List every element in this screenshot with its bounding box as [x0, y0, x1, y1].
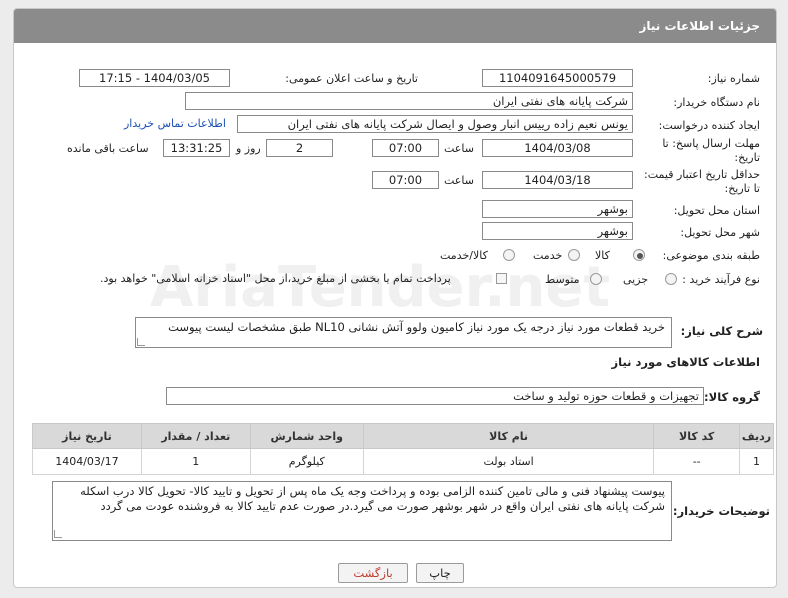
col-item-name: نام کالا [362, 423, 655, 449]
back-button[interactable]: بازگشت [338, 563, 408, 583]
resize-handle-icon[interactable] [54, 530, 62, 538]
city-label: شهر محل تحویل: [680, 226, 760, 239]
category-goods-label: کالا [595, 249, 610, 262]
deadline-remaining-field: 13:31:25 [163, 139, 230, 157]
city-field: بوشهر [482, 222, 633, 240]
deadline-remaining-label: ساعت باقی مانده [67, 142, 149, 155]
goods-table: ردیف کد کالا نام کالا واحد شمارش تعداد /… [32, 423, 775, 475]
purchase-medium-label: متوسط [545, 273, 580, 286]
purchase-minor-radio[interactable] [665, 273, 677, 285]
requester-field: یونس نعیم زاده رییس انبار وصول و ایصال ش… [237, 115, 633, 133]
deadline-label-line1: مهلت ارسال پاسخ: تا [662, 137, 760, 150]
goods-group-field: تجهیزات و قطعات حوزه تولید و ساخت [166, 387, 704, 405]
buyer-notes-textarea: پیوست پیشنهاد فنی و مالی تامین کننده الز… [52, 481, 672, 541]
price-validity-label-line1: حداقل تاریخ اعتبار قیمت: [644, 168, 760, 181]
buyer-org-label: نام دستگاه خریدار: [673, 96, 760, 109]
buyer-contact-link[interactable]: اطلاعات تماس خریدار [124, 117, 226, 130]
cell-item-code: -- [653, 448, 740, 475]
requester-label: ایجاد کننده درخواست: [658, 119, 760, 132]
category-goods-radio[interactable] [633, 249, 645, 261]
table-row: 1 -- استاد بولت کیلوگرم 1 1404/03/17 [32, 448, 775, 475]
purchase-minor-label: جزیی [623, 273, 649, 286]
announce-field: 1404/03/05 - 17:15 [79, 69, 230, 87]
category-goods-service-label: کالا/خدمت [440, 249, 488, 262]
price-validity-label-line2: تا تاریخ: [724, 182, 760, 195]
province-label: استان محل تحویل: [673, 204, 760, 217]
col-quantity: تعداد / مقدار [140, 423, 251, 449]
need-number-field: 1104091645000579 [482, 69, 633, 87]
panel-title: جزئیات اطلاعات نیاز [639, 19, 760, 33]
description-label: شرح کلی نیاز: [680, 324, 763, 338]
price-validity-date-field: 1404/03/18 [482, 171, 633, 189]
announce-label: تاریخ و ساعت اعلان عمومی: [285, 72, 418, 85]
print-button[interactable]: چاپ [416, 563, 464, 583]
category-service-label: خدمت [533, 249, 563, 262]
deadline-days-label: روز و [236, 142, 261, 155]
deadline-time-field: 07:00 [372, 139, 439, 157]
treasury-payment-note: پرداخت تمام یا بخشی از مبلغ خرید،از محل … [100, 272, 451, 285]
cell-unit: کیلوگرم [249, 448, 364, 475]
resize-handle-icon[interactable] [137, 338, 145, 346]
buyer-notes-label: توضیحات خریدار: [672, 504, 770, 518]
description-textarea: خرید قطعات مورد نیاز درجه یک مورد نیاز ک… [135, 317, 672, 348]
purchase-medium-radio[interactable] [590, 273, 602, 285]
deadline-label-line2: تاریخ: [734, 151, 760, 164]
purchase-type-label: نوع فرآیند خرید : [682, 273, 760, 286]
col-unit: واحد شمارش [249, 423, 364, 449]
need-number-label: شماره نیاز: [707, 72, 760, 85]
deadline-time-label: ساعت [444, 142, 474, 155]
description-text: خرید قطعات مورد نیاز درجه یک مورد نیاز ک… [168, 320, 665, 334]
deadline-date-field: 1404/03/08 [482, 139, 633, 157]
goods-section-title: اطلاعات کالاهای مورد نیاز [611, 355, 760, 369]
cell-row-number: 1 [738, 448, 775, 475]
buyer-notes-text: پیوست پیشنهاد فنی و مالی تامین کننده الز… [80, 484, 665, 513]
treasury-payment-checkbox[interactable] [496, 273, 507, 284]
category-service-radio[interactable] [568, 249, 580, 261]
cell-quantity: 1 [140, 448, 251, 475]
cell-item-name: استاد بولت [362, 448, 655, 475]
category-goods-service-radio[interactable] [503, 249, 515, 261]
province-field: بوشهر [482, 200, 633, 218]
col-need-date: تاریخ نیاز [32, 423, 142, 449]
buyer-org-field: شرکت پایانه های نفتی ایران [185, 92, 633, 110]
watermark-logo: AriaTender.net [150, 255, 611, 320]
category-label: طبقه بندی موضوعی: [662, 249, 760, 262]
col-item-code: کد کالا [653, 423, 740, 449]
price-validity-time-field: 07:00 [372, 171, 439, 189]
goods-table-header: ردیف کد کالا نام کالا واحد شمارش تعداد /… [32, 423, 775, 449]
deadline-days-field: 2 [266, 139, 333, 157]
col-row-number: ردیف [738, 423, 775, 449]
panel-header: جزئیات اطلاعات نیاز [14, 9, 776, 43]
cell-need-date: 1404/03/17 [32, 448, 142, 475]
price-validity-time-label: ساعت [444, 174, 474, 187]
goods-group-label: گروه کالا: [704, 390, 760, 404]
